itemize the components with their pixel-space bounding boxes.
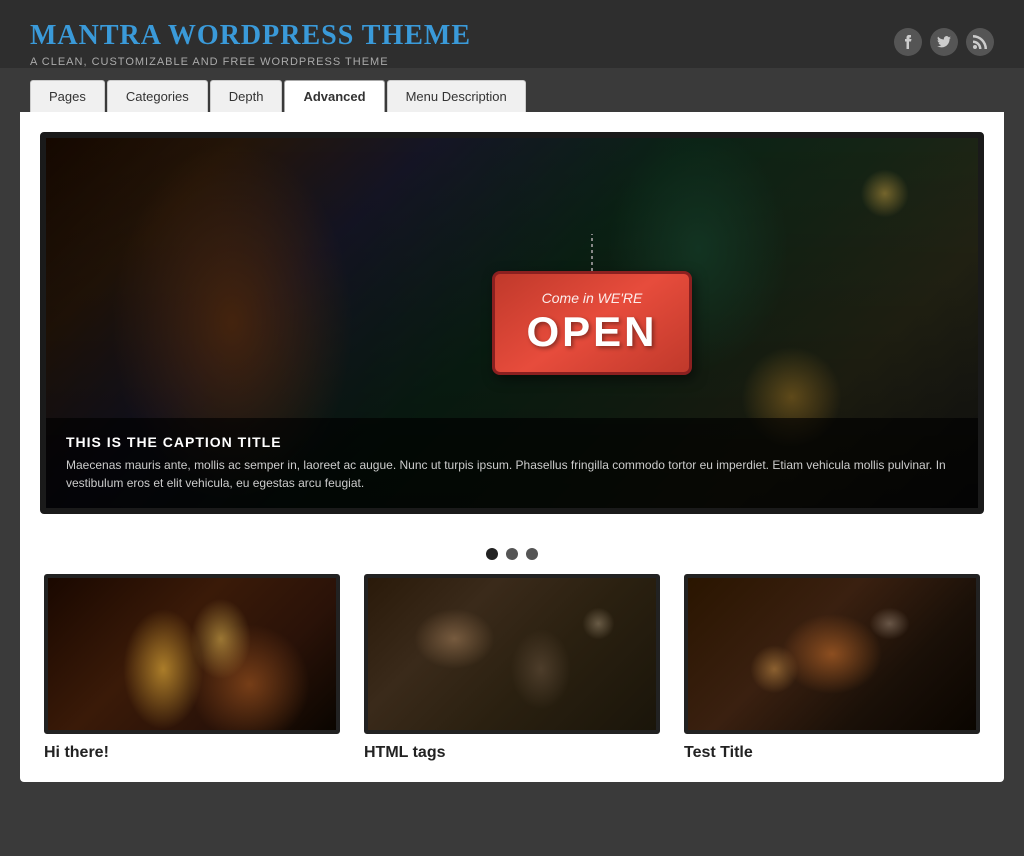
coffee-image	[688, 578, 976, 730]
card-2: HTML tags	[364, 574, 660, 762]
tab-advanced[interactable]: Advanced	[284, 80, 384, 112]
site-title: Mantra WordPress Theme	[30, 20, 894, 52]
header-branding: Mantra WordPress Theme A Clean, Customiz…	[30, 20, 894, 68]
main-content: Come in WE'RE OPEN This Is The Caption T…	[20, 112, 1004, 782]
twitter-icon[interactable]	[930, 28, 958, 56]
rss-icon[interactable]	[966, 28, 994, 56]
slide-dot-1[interactable]	[486, 548, 498, 560]
slide-image: Come in WE'RE OPEN This Is The Caption T…	[46, 138, 978, 508]
card-1-image	[44, 574, 340, 734]
card-1-title: Hi there!	[44, 744, 340, 762]
card-1: Hi there!	[44, 574, 340, 762]
site-header: Mantra WordPress Theme A Clean, Customiz…	[0, 0, 1024, 68]
slide-dots	[40, 534, 984, 574]
nav-tabs: Pages Categories Depth Advanced Menu Des…	[0, 68, 1024, 112]
caption-title: This Is The Caption Title	[66, 434, 958, 450]
tab-menu-description[interactable]: Menu Description	[387, 80, 526, 112]
card-3-title: Test Title	[684, 744, 980, 762]
tab-depth[interactable]: Depth	[210, 80, 283, 112]
slide-dot-3[interactable]	[526, 548, 538, 560]
card-2-title: HTML tags	[364, 744, 660, 762]
slide-dot-2[interactable]	[506, 548, 518, 560]
social-icons	[894, 20, 994, 56]
card-3: Test Title	[684, 574, 980, 762]
slide-caption: This Is The Caption Title Maecenas mauri…	[46, 418, 978, 508]
sign-main-text: OPEN	[519, 308, 665, 356]
slideshow: Come in WE'RE OPEN This Is The Caption T…	[40, 132, 984, 514]
open-sign: Come in WE'RE OPEN	[492, 271, 692, 375]
cards-grid: Hi there! HTML tags Test Title	[40, 574, 984, 762]
tab-categories[interactable]: Categories	[107, 80, 208, 112]
cafe-image	[368, 578, 656, 730]
site-tagline: A Clean, Customizable and Free WordPress…	[30, 56, 894, 68]
tab-pages[interactable]: Pages	[30, 80, 105, 112]
wine-image	[48, 578, 336, 730]
card-3-image	[684, 574, 980, 734]
facebook-icon[interactable]	[894, 28, 922, 56]
sign-top-text: Come in WE'RE	[519, 290, 665, 306]
caption-text: Maecenas mauris ante, mollis ac semper i…	[66, 456, 958, 492]
sign-chain	[591, 234, 593, 274]
card-2-image	[364, 574, 660, 734]
